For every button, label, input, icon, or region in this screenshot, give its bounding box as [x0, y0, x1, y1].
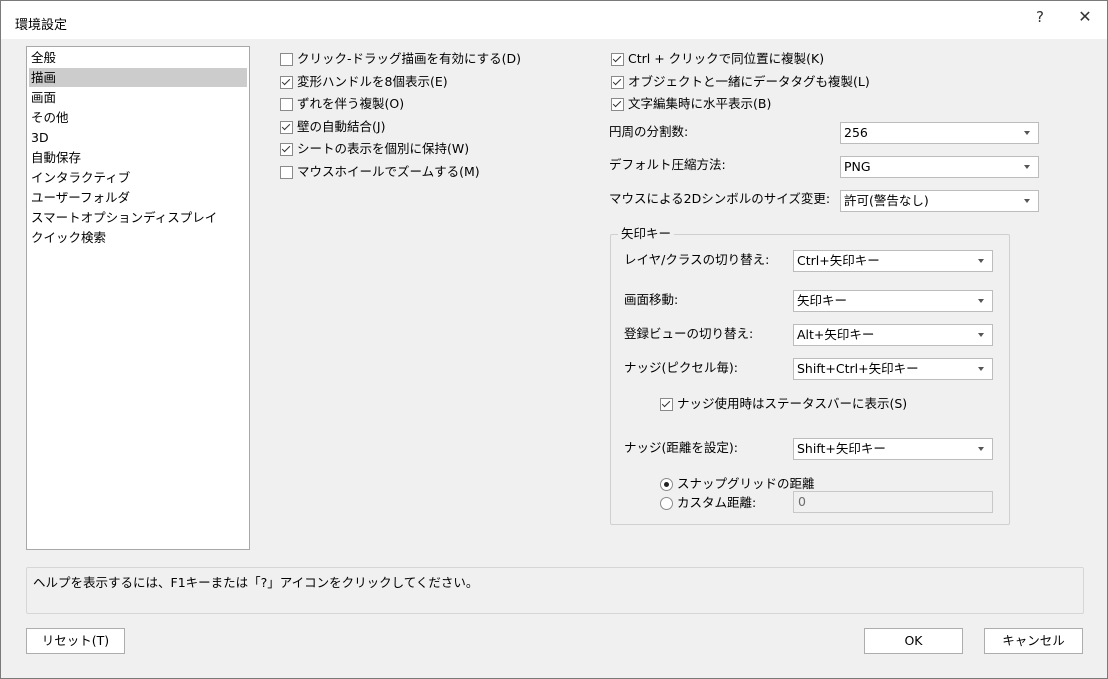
title-bar: 環境設定 ? ✕: [1, 1, 1107, 39]
checkbox-box[interactable]: [280, 76, 293, 89]
checkbox-label: オブジェクトと一緒にデータタグも複製(L): [628, 74, 870, 89]
select-value: 256: [844, 125, 868, 140]
category-item-user-folders[interactable]: ユーザーフォルダ: [29, 188, 247, 207]
select-value: PNG: [844, 159, 871, 174]
category-item-other[interactable]: その他: [29, 108, 247, 127]
chevron-down-icon: [978, 299, 984, 303]
checkbox-label: ナッジ使用時はステータスバーに表示(S): [677, 396, 908, 411]
cancel-button[interactable]: キャンセル: [984, 628, 1083, 654]
category-item-smart-options[interactable]: スマートオプションディスプレイ: [29, 208, 247, 227]
radio-circle[interactable]: [660, 497, 673, 510]
checkbox-box[interactable]: [280, 121, 293, 134]
chevron-down-icon: [978, 367, 984, 371]
chevron-down-icon: [978, 259, 984, 263]
chevron-down-icon: [978, 447, 984, 451]
saved-view-switch-select[interactable]: Alt+矢印キー: [793, 324, 993, 346]
circle-divisions-select[interactable]: 256: [840, 122, 1039, 144]
dialog-title: 環境設定: [15, 18, 68, 33]
chevron-down-icon: [1024, 165, 1030, 169]
category-item-3d[interactable]: 3D: [29, 128, 247, 147]
select-value: Shift+矢印キー: [797, 441, 886, 456]
help-icon[interactable]: ?: [1029, 5, 1051, 29]
checkbox-box[interactable]: [280, 143, 293, 156]
select-value: Alt+矢印キー: [797, 327, 875, 342]
checkbox-label: シートの表示を個別に保持(W): [297, 141, 470, 156]
checkbox-label: 変形ハンドルを8個表示(E): [297, 74, 448, 89]
reset-button[interactable]: リセット(T): [26, 628, 125, 654]
checkbox-box[interactable]: [611, 53, 624, 66]
radio-circle[interactable]: [660, 478, 673, 491]
chevron-down-icon: [1024, 199, 1030, 203]
preferences-dialog: 環境設定 ? ✕ 全般 描画 画面 その他 3D 自動保存 インタラクティブ ユ…: [0, 0, 1108, 679]
pan-select[interactable]: 矢印キー: [793, 290, 993, 312]
checkbox-box[interactable]: [280, 166, 293, 179]
category-item-interactive[interactable]: インタラクティブ: [29, 168, 247, 187]
chevron-down-icon: [1024, 131, 1030, 135]
checkbox-label: ずれを伴う複製(O): [297, 96, 405, 111]
checkbox-box[interactable]: [660, 398, 673, 411]
category-item-display[interactable]: 画面: [29, 88, 247, 107]
checkbox-box[interactable]: [280, 53, 293, 66]
nudge-distance-label: ナッジ(距離を設定):: [624, 440, 738, 455]
select-value: 矢印キー: [797, 293, 848, 308]
category-item-quick-search[interactable]: クイック検索: [29, 228, 247, 247]
nudge-pixel-select[interactable]: Shift+Ctrl+矢印キー: [793, 358, 993, 380]
category-item-drawing[interactable]: 描画: [29, 68, 247, 87]
category-item-autosave[interactable]: 自動保存: [29, 148, 247, 167]
category-list: 全般 描画 画面 その他 3D 自動保存 インタラクティブ ユーザーフォルダ ス…: [26, 46, 250, 550]
checkbox-label: クリック-ドラッグ描画を有効にする(D): [297, 51, 522, 66]
nudge-pixel-label: ナッジ(ピクセル毎):: [624, 360, 738, 375]
select-value: Shift+Ctrl+矢印キー: [797, 361, 919, 376]
category-item-general[interactable]: 全般: [29, 48, 247, 67]
circle-divisions-label: 円周の分割数:: [609, 124, 689, 139]
checkbox-label: マウスホイールでズームする(M): [297, 164, 480, 179]
chevron-down-icon: [978, 333, 984, 337]
custom-distance-input[interactable]: 0: [793, 491, 993, 513]
layer-class-switch-select[interactable]: Ctrl+矢印キー: [793, 250, 993, 272]
symbol-resize-label: マウスによる2Dシンボルのサイズ変更:: [609, 191, 831, 206]
checkbox-box[interactable]: [611, 98, 624, 111]
help-text-box: ヘルプを表示するには、F1キーまたは「?」アイコンをクリックしてください。: [26, 567, 1084, 614]
layer-class-switch-label: レイヤ/クラスの切り替え:: [624, 252, 770, 267]
checkbox-label: Ctrl + クリックで同位置に複製(K): [628, 51, 825, 66]
arrow-keys-legend: 矢印キー: [618, 225, 675, 243]
help-text: ヘルプを表示するには、F1キーまたは「?」アイコンをクリックしてください。: [33, 575, 479, 590]
saved-view-switch-label: 登録ビューの切り替え:: [624, 326, 754, 341]
nudge-distance-select[interactable]: Shift+矢印キー: [793, 438, 993, 460]
compression-select[interactable]: PNG: [840, 156, 1039, 178]
checkbox-label: 壁の自動結合(J): [297, 119, 386, 134]
radio-label: カスタム距離:: [677, 495, 757, 510]
symbol-resize-select[interactable]: 許可(警告なし): [840, 190, 1039, 212]
checkbox-label: 文字編集時に水平表示(B): [628, 96, 772, 111]
checkbox-box[interactable]: [611, 76, 624, 89]
pan-label: 画面移動:: [624, 292, 679, 307]
select-value: 許可(警告なし): [844, 193, 929, 208]
close-icon[interactable]: ✕: [1073, 5, 1097, 29]
compression-label: デフォルト圧縮方法:: [609, 157, 726, 172]
ok-button[interactable]: OK: [864, 628, 963, 654]
checkbox-box[interactable]: [280, 98, 293, 111]
select-value: Ctrl+矢印キー: [797, 253, 880, 268]
input-value: 0: [798, 494, 806, 509]
